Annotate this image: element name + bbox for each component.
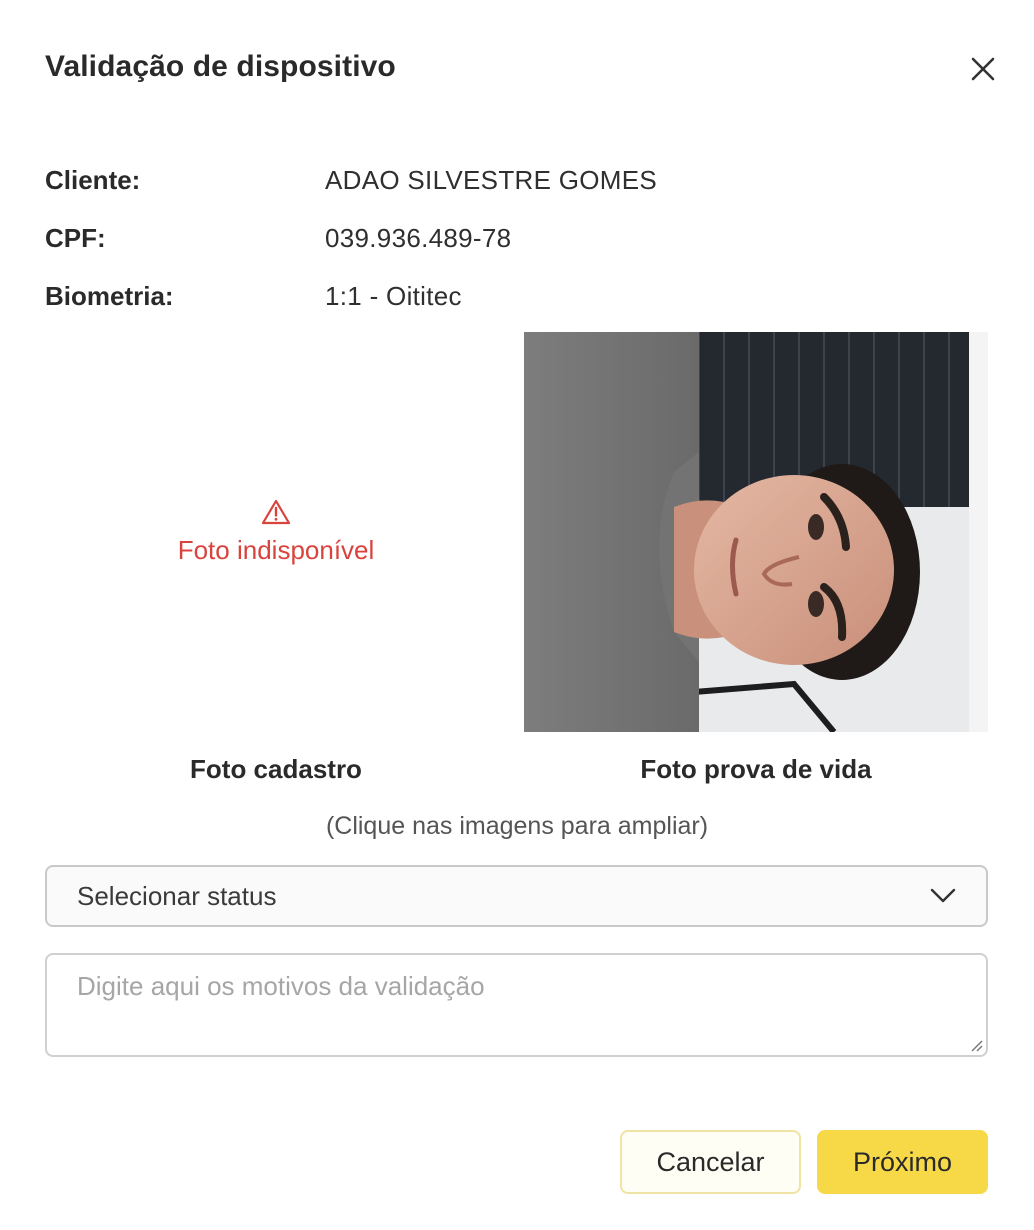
warning-icon	[261, 499, 291, 524]
status-select-value: Selecionar status	[77, 880, 277, 911]
close-icon	[971, 57, 995, 81]
next-button[interactable]: Próximo	[817, 1130, 988, 1194]
dialog-title: Validação de dispositivo	[45, 50, 396, 83]
cancel-button[interactable]: Cancelar	[620, 1130, 801, 1194]
registration-photo-caption: Foto cadastro	[190, 754, 362, 784]
close-button[interactable]	[962, 48, 1004, 90]
client-row: Cliente: ADAO SILVESTRE GOMES	[45, 163, 657, 197]
device-validation-dialog: Validação de dispositivo Cliente: ADAO S…	[0, 0, 1034, 1230]
chevron-down-icon	[930, 888, 956, 903]
registration-photo[interactable]: Foto indisponível	[45, 332, 507, 732]
cpf-label: CPF:	[45, 222, 106, 253]
biometry-value: 1:1 - Oititec	[325, 280, 462, 311]
liveness-photo-caption: Foto prova de vida	[640, 754, 872, 784]
reason-textarea[interactable]	[47, 955, 986, 1055]
biometry-label: Biometria:	[45, 280, 174, 311]
resize-handle-icon[interactable]	[967, 1036, 983, 1052]
cpf-row: CPF: 039.936.489-78	[45, 221, 511, 255]
liveness-photo[interactable]	[524, 332, 988, 732]
liveness-photo-image	[524, 332, 988, 732]
photo-unavailable-text: Foto indisponível	[177, 534, 375, 565]
biometry-row: Biometria: 1:1 - Oititec	[45, 279, 462, 313]
client-label: Cliente:	[45, 164, 141, 195]
status-select[interactable]: Selecionar status	[45, 865, 988, 927]
cpf-value: 039.936.489-78	[325, 222, 512, 253]
client-value: ADAO SILVESTRE GOMES	[325, 164, 658, 195]
enlarge-hint: (Clique nas imagens para ampliar)	[325, 812, 709, 840]
reason-textarea-wrapper	[45, 953, 988, 1057]
